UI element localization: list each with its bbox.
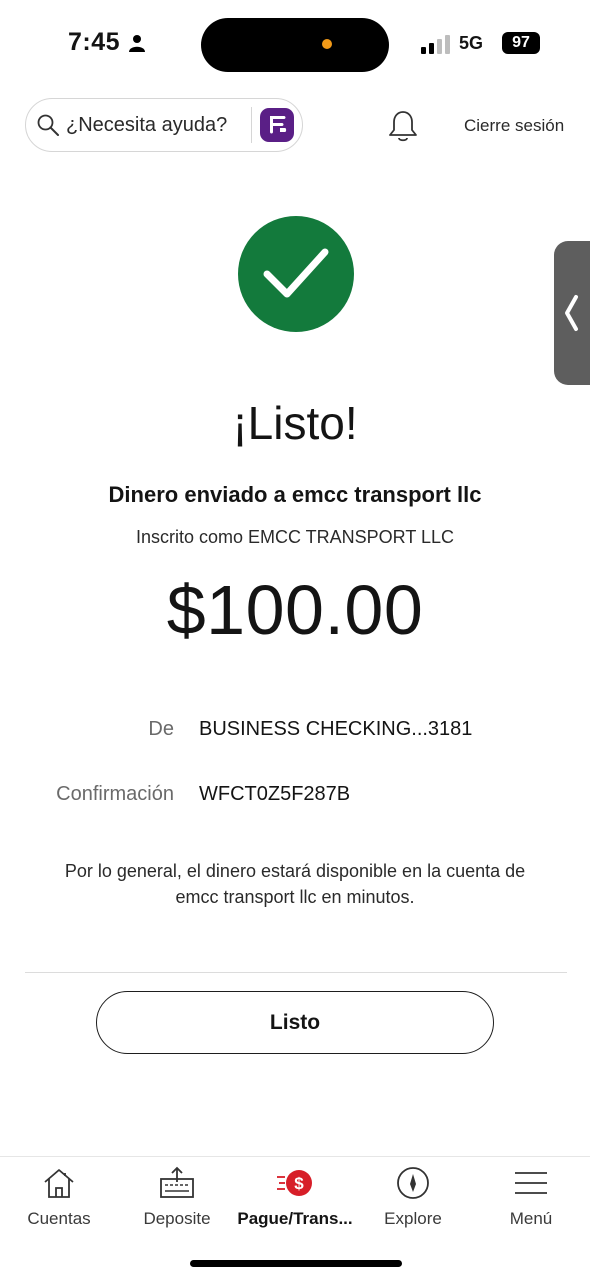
bell-icon[interactable] (387, 109, 419, 143)
signal-icon (421, 35, 450, 54)
compass-icon (397, 1167, 429, 1199)
svg-text:$: $ (294, 1174, 304, 1193)
recipient-summary: Dinero enviado a emcc transport llc (108, 482, 482, 507)
nav-label-menu: Menú (509, 1209, 553, 1228)
network-type: 5G (459, 33, 484, 53)
transfer-amount: $100.00 (166, 571, 424, 649)
battery-icon: 97 (502, 32, 540, 54)
chevron-left-icon (565, 295, 578, 331)
menu-icon (515, 1172, 547, 1194)
fargo-assistant-icon[interactable] (260, 108, 294, 142)
help-search-pill[interactable]: ¿Necesita ayuda? (25, 98, 303, 152)
nav-label-accounts: Cuentas (27, 1209, 91, 1228)
confirmation-label: Confirmación (56, 783, 174, 805)
nav-label-explore: Explore (384, 1209, 442, 1228)
nav-label-deposit: Deposite (143, 1209, 211, 1228)
section-divider (25, 972, 567, 973)
availability-notice: Por lo general, el dinero estará disponi… (64, 861, 526, 907)
search-label: ¿Necesita ayuda? (66, 114, 228, 136)
success-headline: ¡Listo! (232, 397, 358, 449)
success-check-icon (238, 216, 354, 332)
nav-item-pay-transfer[interactable]: $ Pague/Trans... (236, 1157, 354, 1247)
recipient-enrolled-name: Inscrito como EMCC TRANSPORT LLC (135, 527, 455, 547)
dynamic-island (201, 18, 389, 72)
home-icon (44, 1169, 74, 1198)
from-account-value: BUSINESS CHECKING...3181 (199, 718, 473, 740)
home-indicator (190, 1260, 402, 1267)
pay-transfer-icon: $ (277, 1170, 312, 1196)
signout-link[interactable]: Cierre sesión (464, 116, 564, 136)
nav-item-accounts[interactable]: Cuentas (0, 1157, 118, 1247)
search-icon (37, 114, 59, 136)
pill-divider (251, 107, 252, 143)
side-panel-handle[interactable] (554, 241, 590, 385)
privacy-indicator-icon (322, 39, 332, 49)
nav-item-deposit[interactable]: Deposite (118, 1157, 236, 1247)
nav-item-explore[interactable]: Explore (354, 1157, 472, 1247)
deposit-icon (160, 1166, 194, 1198)
done-button[interactable]: Listo (96, 991, 494, 1054)
nav-label-pay-transfer: Pague/Trans... (237, 1209, 353, 1228)
person-icon (129, 35, 145, 52)
nav-item-menu[interactable]: Menú (472, 1157, 590, 1247)
status-bar: 7:45 5G 97 (0, 0, 590, 88)
confirmation-number-value: WFCT0Z5F287B (199, 783, 351, 805)
from-label: De (148, 718, 174, 740)
status-time: 7:45 (68, 28, 121, 56)
